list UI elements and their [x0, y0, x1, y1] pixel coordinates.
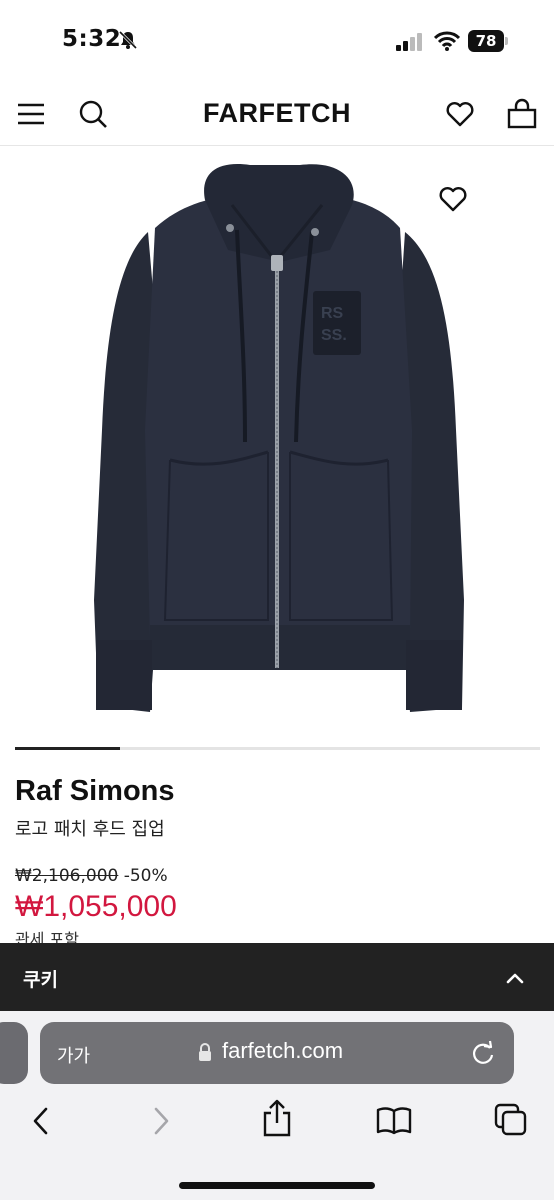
battery-indicator: 78 — [468, 30, 508, 52]
status-time: 5:32 — [62, 26, 122, 52]
wishlist-heart-icon[interactable] — [437, 183, 469, 215]
share-icon[interactable] — [262, 1099, 292, 1137]
forward-icon[interactable] — [150, 1106, 172, 1136]
silent-bell-icon — [118, 30, 138, 50]
lock-icon — [199, 1043, 211, 1061]
product-name: 로고 패치 후드 집업 — [15, 819, 165, 840]
status-bar: 5:32 78 — [0, 0, 554, 84]
text-size-button[interactable]: 가가 — [57, 1042, 90, 1068]
bookmarks-icon[interactable] — [376, 1106, 412, 1136]
wifi-icon — [434, 31, 460, 51]
tax-note: 관세 포함 — [15, 930, 79, 944]
sale-price: ₩1,055,000 — [15, 890, 177, 923]
previous-tab-preview[interactable] — [0, 1022, 28, 1084]
address-bar[interactable]: 가가 farfetch.com — [40, 1022, 514, 1084]
browser-bar: 가가 farfetch.com — [0, 1011, 554, 1200]
patch-text: RS — [321, 305, 344, 322]
product-brand[interactable]: Raf Simons — [15, 775, 175, 808]
gallery-progress-fill — [15, 747, 120, 750]
cookie-label: 쿠키 — [23, 969, 58, 991]
product-image[interactable]: RS SS. — [0, 150, 554, 740]
home-indicator — [179, 1182, 375, 1189]
url-domain[interactable]: farfetch.com — [222, 1038, 343, 1064]
discount-label: -50% — [123, 866, 168, 886]
original-price-row: ₩2,106,000 -50% — [15, 866, 168, 886]
cookie-bar[interactable]: 쿠키 — [0, 943, 554, 1011]
battery-level: 78 — [468, 30, 504, 52]
bag-icon[interactable] — [506, 98, 538, 130]
original-price: ₩2,106,000 — [15, 866, 119, 886]
tabs-icon[interactable] — [494, 1103, 528, 1137]
gallery-progress — [15, 747, 540, 750]
svg-text:SS.: SS. — [321, 327, 347, 344]
signal-icon — [396, 33, 422, 51]
heart-icon[interactable] — [444, 98, 476, 130]
back-icon[interactable] — [30, 1106, 52, 1136]
chevron-up-icon[interactable] — [504, 967, 526, 989]
site-header: FARFETCH — [0, 84, 554, 146]
hoodie-illustration: RS SS. — [94, 164, 464, 712]
reload-icon[interactable] — [470, 1040, 496, 1066]
